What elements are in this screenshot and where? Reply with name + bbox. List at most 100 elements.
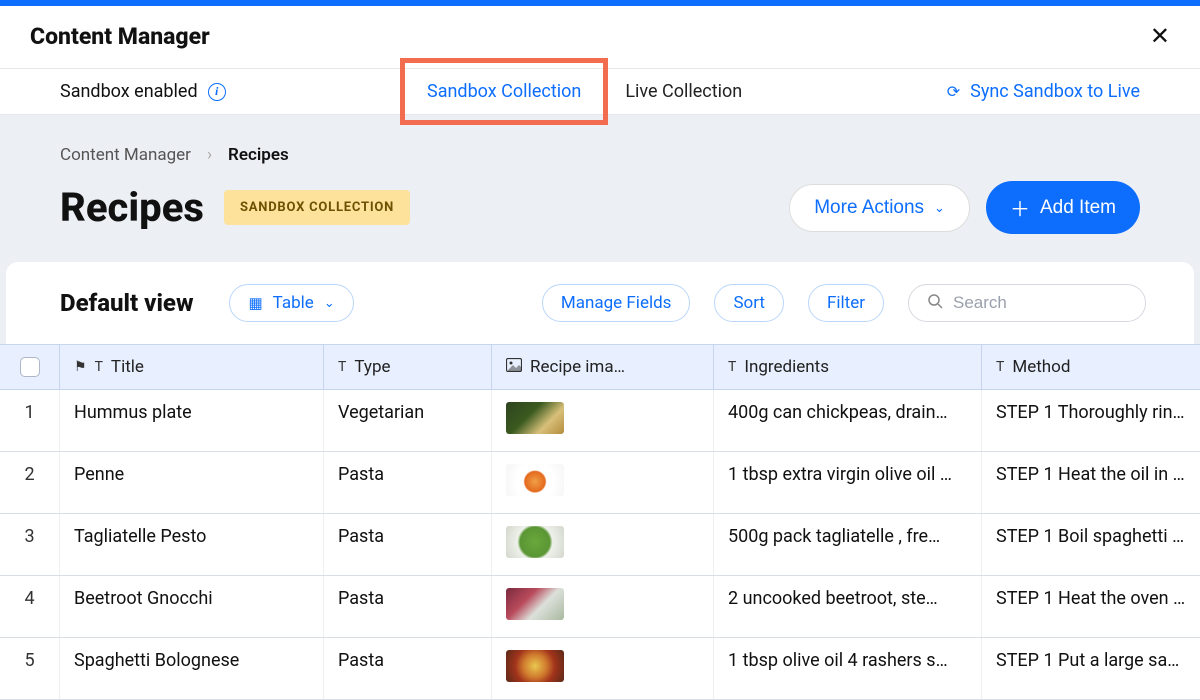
sandbox-collection-badge: SANDBOX COLLECTION <box>224 190 410 225</box>
page-title: Content Manager <box>30 23 210 50</box>
cell-method[interactable]: STEP 1 Heat the oven to <box>982 576 1200 637</box>
data-grid: ⚑ T Title T Type Recipe ima… T Ingredien… <box>0 344 1200 700</box>
chevron-down-icon: ⌄ <box>934 200 945 216</box>
view-name: Default view <box>60 289 193 317</box>
add-item-label: Add Item <box>1040 197 1116 219</box>
table-row[interactable]: 1 Hummus plate Vegetarian 400g can chick… <box>0 390 1200 452</box>
more-actions-button[interactable]: More Actions ⌄ <box>789 184 970 232</box>
table-row[interactable]: 2 Penne Pasta 1 tbsp extra virgin olive … <box>0 452 1200 514</box>
table-row[interactable]: 5 Spaghetti Bolognese Pasta 1 tbsp olive… <box>0 638 1200 700</box>
more-actions-label: More Actions <box>814 197 924 219</box>
cell-ingredients[interactable]: 500g pack tagliatelle , fre… <box>714 514 982 575</box>
plus-icon: ＋ <box>1010 193 1030 222</box>
tab-live-collection[interactable]: Live Collection <box>603 63 764 120</box>
breadcrumb-current: Recipes <box>228 145 289 165</box>
recipe-thumb <box>506 650 564 682</box>
column-header-image[interactable]: Recipe ima… <box>492 345 714 389</box>
breadcrumb: Content Manager › Recipes <box>0 145 1200 181</box>
sync-icon: ⟳ <box>947 82 960 101</box>
cell-image[interactable] <box>492 390 714 451</box>
column-header-type[interactable]: T Type <box>324 345 492 389</box>
sandbox-enabled-label: Sandbox enabled <box>60 81 198 102</box>
sync-label: Sync Sandbox to Live <box>970 81 1140 102</box>
select-all-cell <box>0 345 60 389</box>
cell-method[interactable]: STEP 1 Thoroughly rinse <box>982 390 1200 451</box>
search-icon <box>927 293 943 313</box>
cell-type[interactable]: Vegetarian <box>324 390 492 451</box>
cell-title[interactable]: Beetroot Gnocchi <box>60 576 324 637</box>
recipe-thumb <box>506 402 564 434</box>
text-type-icon: T <box>95 359 103 375</box>
text-type-icon: T <box>338 359 346 375</box>
col-image-label: Recipe ima… <box>530 357 625 377</box>
cell-type[interactable]: Pasta <box>324 514 492 575</box>
hero-actions: More Actions ⌄ ＋ Add Item <box>789 181 1140 234</box>
cell-image[interactable] <box>492 576 714 637</box>
column-header-method[interactable]: T Method <box>982 345 1200 389</box>
col-method-label: Method <box>1012 357 1070 377</box>
hero-row: Recipes SANDBOX COLLECTION More Actions … <box>0 181 1200 262</box>
view-mode-label: Table <box>273 293 314 313</box>
column-header-title[interactable]: ⚑ T Title <box>60 345 324 389</box>
search-field[interactable] <box>908 284 1146 322</box>
recipe-thumb <box>506 588 564 620</box>
cell-ingredients[interactable]: 1 tbsp olive oil 4 rashers s… <box>714 638 982 699</box>
column-header-ingredients[interactable]: T Ingredients <box>714 345 982 389</box>
cell-type[interactable]: Pasta <box>324 576 492 637</box>
add-item-button[interactable]: ＋ Add Item <box>986 181 1140 234</box>
row-number: 2 <box>0 452 60 513</box>
cell-type[interactable]: Pasta <box>324 452 492 513</box>
cell-image[interactable] <box>492 514 714 575</box>
view-mode-dropdown[interactable]: ▦ Table ⌄ <box>229 284 353 322</box>
subheader: Sandbox enabled i Sandbox Collection Liv… <box>0 69 1200 115</box>
col-title-label: Title <box>111 357 144 377</box>
col-ingredients-label: Ingredients <box>744 357 829 377</box>
text-type-icon: T <box>996 359 1004 375</box>
recipe-thumb <box>506 464 564 496</box>
row-number: 1 <box>0 390 60 451</box>
cell-ingredients[interactable]: 1 tbsp extra virgin olive oil … <box>714 452 982 513</box>
grid-header: ⚑ T Title T Type Recipe ima… T Ingredien… <box>0 344 1200 390</box>
table-icon: ▦ <box>248 294 262 312</box>
row-number: 3 <box>0 514 60 575</box>
cell-method[interactable]: STEP 1 Boil spaghetti in a <box>982 514 1200 575</box>
sort-button[interactable]: Sort <box>714 284 784 322</box>
row-number: 5 <box>0 638 60 699</box>
cell-title[interactable]: Tagliatelle Pesto <box>60 514 324 575</box>
cell-title[interactable]: Hummus plate <box>60 390 324 451</box>
manage-fields-button[interactable]: Manage Fields <box>542 284 691 322</box>
collection-tabs: Sandbox Collection Live Collection <box>405 63 764 120</box>
filter-button[interactable]: Filter <box>808 284 884 322</box>
table-row[interactable]: 4 Beetroot Gnocchi Pasta 2 uncooked beet… <box>0 576 1200 638</box>
sync-sandbox-button[interactable]: ⟳ Sync Sandbox to Live <box>947 81 1200 102</box>
chevron-right-icon: › <box>207 145 212 165</box>
search-input[interactable] <box>953 293 1127 313</box>
row-number: 4 <box>0 576 60 637</box>
chevron-down-icon: ⌄ <box>324 296 335 311</box>
cell-ingredients[interactable]: 2 uncooked beetroot, ste… <box>714 576 982 637</box>
text-type-icon: T <box>728 359 736 375</box>
cell-method[interactable]: STEP 1 Put a large sauce <box>982 638 1200 699</box>
table-row[interactable]: 3 Tagliatelle Pesto Pasta 500g pack tagl… <box>0 514 1200 576</box>
breadcrumb-root[interactable]: Content Manager <box>60 145 191 165</box>
cell-type[interactable]: Pasta <box>324 638 492 699</box>
tab-sandbox-collection[interactable]: Sandbox Collection <box>400 58 608 125</box>
cell-image[interactable] <box>492 638 714 699</box>
cell-method[interactable]: STEP 1 Heat the oil in a f <box>982 452 1200 513</box>
cell-title[interactable]: Penne <box>60 452 324 513</box>
col-type-label: Type <box>354 357 390 377</box>
cell-title[interactable]: Spaghetti Bolognese <box>60 638 324 699</box>
view-toolbar: Default view ▦ Table ⌄ Manage Fields Sor… <box>6 262 1194 344</box>
recipe-thumb <box>506 526 564 558</box>
image-type-icon <box>506 358 522 376</box>
select-all-checkbox[interactable] <box>20 357 40 377</box>
hero-left: Recipes SANDBOX COLLECTION <box>60 184 410 231</box>
pin-icon: ⚑ <box>74 359 87 375</box>
cell-image[interactable] <box>492 452 714 513</box>
cell-ingredients[interactable]: 400g can chickpeas, drain… <box>714 390 982 451</box>
info-icon[interactable]: i <box>208 83 226 101</box>
sandbox-status: Sandbox enabled i <box>60 81 226 102</box>
close-icon[interactable]: ✕ <box>1150 22 1170 50</box>
collection-title: Recipes <box>60 184 204 231</box>
body-area: Content Manager › Recipes Recipes SANDBO… <box>0 115 1200 629</box>
